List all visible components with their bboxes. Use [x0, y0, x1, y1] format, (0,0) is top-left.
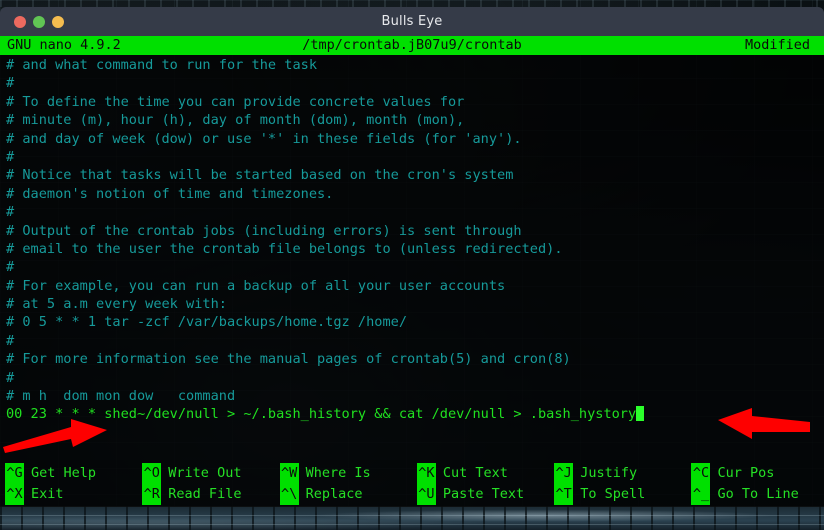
line-text: #	[6, 148, 15, 165]
editor-line-comment: #	[1, 148, 824, 166]
editor-line-comment: #	[1, 369, 824, 387]
line-text: # 0 5 * * 1 tar -zcf /var/backups/home.t…	[6, 314, 408, 331]
editor-line-comment: # email to the user the crontab file bel…	[1, 240, 824, 258]
line-text: # email to the user the crontab file bel…	[6, 240, 563, 257]
shortcut-key: ^\	[279, 484, 299, 505]
line-text: #	[6, 369, 15, 386]
shortcut-get-help[interactable]: ^G Get Help	[0, 463, 137, 484]
line-text: #	[6, 75, 15, 92]
shortcut-key: ^T	[554, 484, 574, 505]
shortcut-paste-text[interactable]: ^U Paste Text	[412, 484, 549, 505]
line-text: # Output of the crontab jobs (including …	[6, 222, 522, 239]
shortcut-label: Write Out	[168, 465, 242, 481]
line-text: # and day of week (dow) or use '*' in th…	[6, 130, 522, 147]
shortcut-key: ^O	[142, 463, 162, 484]
window-title: Bulls Eye	[381, 14, 443, 29]
shortcut-key: ^R	[142, 484, 162, 505]
nano-filename: /tmp/crontab.jB07u9/crontab	[302, 37, 522, 53]
line-text: # Notice that tasks will be started base…	[6, 167, 514, 184]
shortcut-label: Cur Pos	[717, 465, 775, 481]
editor-line-comment: # minute (m), hour (h), day of month (do…	[1, 111, 824, 129]
shortcut-key: ^K	[416, 463, 436, 484]
shortcut-where-is[interactable]: ^W Where Is	[275, 463, 412, 484]
shortcut-replace[interactable]: ^\ Replace	[275, 484, 412, 505]
editor-line-comment: #	[1, 74, 824, 92]
editor-line-comment: # For example, you can run a backup of a…	[1, 277, 824, 295]
shortcut-label: Cut Text	[442, 465, 508, 481]
line-text: #	[6, 332, 15, 349]
shortcut-label: Replace	[305, 486, 363, 502]
editor-line-comment: # m h dom mon dow command	[1, 387, 824, 405]
editor-line-comment: # Output of the crontab jobs (including …	[1, 222, 824, 240]
line-text: # at 5 a.m every week with:	[6, 296, 227, 313]
editor-line-comment: # For more information see the manual pa…	[1, 350, 824, 368]
line-text: # To define the time you can provide con…	[6, 93, 465, 110]
shortcut-justify[interactable]: ^J Justify	[549, 463, 686, 484]
editor-line-cron-entry: 00 23 * * * shed~/dev/null > ~/.bash_his…	[1, 405, 824, 423]
wallpaper-top-strip	[0, 0, 824, 7]
line-text: # m h dom mon dow command	[6, 388, 236, 405]
line-text: # minute (m), hour (h), day of month (do…	[6, 112, 465, 129]
line-text: # and what command to run for the task	[6, 57, 317, 73]
shortcut-write-out[interactable]: ^O Write Out	[137, 463, 274, 484]
editor-line-comment: # To define the time you can provide con…	[1, 93, 824, 111]
editor-line-comment: # daemon's notion of time and timezones.	[1, 185, 824, 203]
terminal-window: Bulls Eye GNU nano 4.9.2 /tmp/crontab.jB…	[0, 7, 824, 507]
nano-shortcut-bar: ^G Get Help ^O Write Out ^W Where Is ^K Cut Tex…	[0, 460, 824, 507]
line-text: # For example, you can run a backup of a…	[6, 277, 506, 294]
editor-line-comment: #	[1, 203, 824, 221]
shortcut-label: Exit	[31, 486, 64, 502]
shortcut-key: ^J	[554, 463, 574, 484]
editor-line-comment: # at 5 a.m every week with:	[1, 295, 824, 313]
shortcut-cur-pos[interactable]: ^C Cur Pos	[686, 463, 823, 484]
shortcut-row-2: ^X Exit ^R Read File ^\ Replace ^U Paste Text ^T…	[0, 484, 824, 505]
editor-line-comment: # Notice that tasks will be started base…	[1, 166, 824, 184]
nano-modified-flag: Modified	[744, 37, 810, 53]
shortcut-key: ^C	[691, 463, 711, 484]
editor-line-comment: # 0 5 * * 1 tar -zcf /var/backups/home.t…	[1, 313, 824, 331]
editor-line-comment: #	[1, 258, 824, 276]
shortcut-label: To Spell	[580, 486, 646, 502]
shortcut-label: Go To Line	[717, 486, 799, 502]
shortcut-label: Read File	[168, 486, 242, 502]
editor-line-comment: #	[1, 332, 824, 350]
line-text: #	[6, 204, 15, 221]
nano-status-bar: GNU nano 4.9.2 /tmp/crontab.jB07u9/cront…	[0, 36, 824, 55]
shortcut-row-1: ^G Get Help ^O Write Out ^W Where Is ^K Cut Tex…	[0, 463, 824, 484]
shortcut-go-to-line[interactable]: ^_ Go To Line	[686, 484, 823, 505]
line-text: # daemon's notion of time and timezones.	[6, 185, 334, 202]
line-text: 00 23 * * * shed~/dev/null > ~/.bash_his…	[6, 406, 637, 423]
line-text: # For more information see the manual pa…	[6, 351, 571, 368]
shortcut-read-file[interactable]: ^R Read File	[137, 484, 274, 505]
shortcut-to-spell[interactable]: ^T To Spell	[549, 484, 686, 505]
text-cursor	[636, 406, 645, 422]
shortcut-label: Justify	[580, 465, 638, 481]
shortcut-label: Paste Text	[442, 486, 525, 502]
shortcut-key: ^W	[279, 463, 299, 484]
shortcut-label: Where Is	[305, 465, 371, 481]
shortcut-key: ^G	[5, 463, 24, 484]
shortcut-label: Get Help	[31, 465, 97, 481]
window-titlebar: Bulls Eye	[0, 7, 824, 36]
shortcut-key: ^X	[5, 484, 24, 505]
line-text: #	[6, 259, 15, 276]
shortcut-cut-text[interactable]: ^K Cut Text	[412, 463, 549, 484]
desktop: Bulls Eye GNU nano 4.9.2 /tmp/crontab.jB…	[0, 0, 824, 530]
editor-text-area[interactable]: # and what command to run for the task # #…	[0, 55, 824, 460]
shortcut-key: ^U	[416, 484, 436, 505]
editor-line-comment: # and day of week (dow) or use '*' in th…	[1, 130, 824, 148]
editor-line-comment: # and what command to run for the task	[1, 56, 824, 74]
shortcut-exit[interactable]: ^X Exit	[0, 484, 137, 505]
shortcut-key: ^_	[691, 484, 711, 505]
wallpaper-bottom-strip	[0, 506, 824, 530]
